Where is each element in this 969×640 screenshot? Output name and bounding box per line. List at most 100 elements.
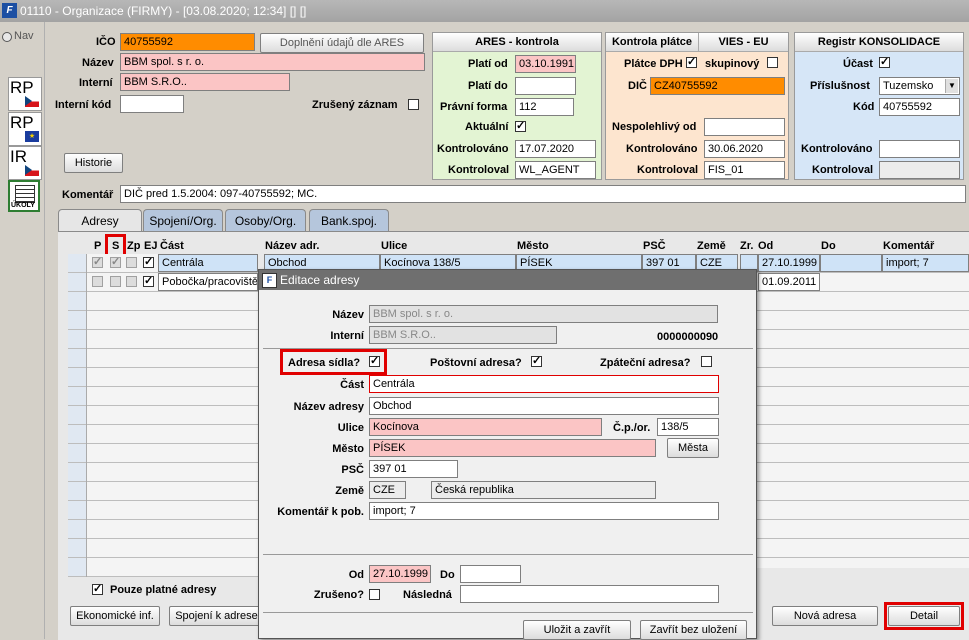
nasledna-label: Následná bbox=[403, 589, 452, 601]
tab-osoby[interactable]: Osoby/Org. bbox=[225, 209, 306, 231]
dialog-title-bar: F Editace adresy bbox=[259, 270, 756, 290]
col-cast: Část bbox=[160, 240, 184, 252]
ares-fill-button[interactable]: Doplnění údajů dle ARES bbox=[260, 33, 424, 53]
row2-s-checkbox bbox=[110, 276, 121, 287]
postovni-checkbox[interactable] bbox=[531, 354, 542, 367]
nasledna-field[interactable] bbox=[460, 585, 719, 603]
nav-radio-icon bbox=[2, 32, 12, 42]
ucast-checkbox[interactable] bbox=[879, 55, 890, 68]
col-zeme: Země bbox=[697, 240, 726, 252]
kons-kontroloval-field[interactable] bbox=[879, 161, 960, 179]
dialog-separator bbox=[263, 612, 753, 613]
platce-kontrolovano-field[interactable]: 30.06.2020 bbox=[704, 140, 785, 158]
dialog-separator bbox=[263, 554, 753, 555]
row1-ej-checkbox[interactable] bbox=[143, 255, 154, 268]
row1-do[interactable] bbox=[820, 254, 882, 272]
dlg-nazev-adresy-field[interactable]: Obchod bbox=[369, 397, 719, 415]
mesta-button[interactable]: Města bbox=[667, 438, 719, 458]
dlg-komentar-field[interactable]: import; 7 bbox=[369, 502, 719, 520]
spojeni-k-adrese-button[interactable]: Spojení k adrese bbox=[169, 606, 264, 626]
col-mesto: Město bbox=[517, 240, 549, 252]
ekonomicke-button[interactable]: Ekonomické inf. bbox=[70, 606, 160, 626]
dlg-ulice-field[interactable]: Kocínova bbox=[369, 418, 602, 436]
row2-zp-checkbox bbox=[126, 276, 137, 287]
row1-zp-checkbox bbox=[126, 257, 137, 268]
dlg-cast-field[interactable]: Centrála bbox=[369, 375, 719, 393]
platce-dic-field[interactable]: CZ40755592 bbox=[650, 77, 785, 95]
col-psc: PSČ bbox=[643, 240, 666, 252]
prislusnost-select[interactable]: Tuzemsko ▼ bbox=[879, 77, 960, 95]
address-grid bbox=[68, 254, 258, 577]
tab-spojeni[interactable]: Spojení/Org. bbox=[143, 209, 223, 231]
zruseno-checkbox[interactable] bbox=[369, 589, 380, 600]
row1-komentar[interactable]: import; 7 bbox=[882, 254, 969, 272]
platce-dph-checkbox[interactable] bbox=[686, 55, 697, 68]
dlg-do-field[interactable] bbox=[460, 565, 521, 583]
interni-kod-field[interactable] bbox=[120, 95, 184, 113]
dlg-psc-field[interactable]: 397 01 bbox=[369, 460, 458, 478]
zavrit-button[interactable]: Zavřít bez uložení bbox=[640, 620, 747, 640]
komentar-field[interactable]: DIČ pred 1.5.2004: 097-40755592; MC. bbox=[120, 185, 966, 203]
zpatecni-label: Zpáteční adresa? bbox=[600, 357, 691, 369]
dlg-cp-label: Č.p./or. bbox=[613, 422, 651, 434]
rp-cz-button[interactable]: RP bbox=[8, 77, 42, 111]
row2-ej-checkbox[interactable] bbox=[143, 274, 154, 287]
row2-p-checkbox bbox=[92, 276, 103, 287]
ares-pravni-forma-label: Právní forma bbox=[440, 101, 508, 113]
ares-aktualni-label: Aktuální bbox=[465, 121, 509, 133]
nav-label: Nav bbox=[14, 30, 34, 42]
nespolehlivy-field[interactable] bbox=[704, 118, 785, 136]
kons-kontrolovano-field[interactable] bbox=[879, 140, 960, 158]
rp-eu-button[interactable]: RP ★ bbox=[8, 112, 42, 146]
cz-flag-triangle bbox=[25, 96, 32, 106]
ares-aktualni-checkbox[interactable] bbox=[515, 119, 526, 132]
historie-button[interactable]: Historie bbox=[64, 153, 123, 173]
dlg-od-field[interactable]: 27.10.1999 bbox=[369, 565, 431, 583]
ares-pravni-forma-field[interactable]: 112 bbox=[515, 98, 574, 116]
ares-plati-do-field[interactable] bbox=[515, 77, 576, 95]
row1-od[interactable]: 27.10.1999 bbox=[758, 254, 820, 272]
ir-cz-button[interactable]: IR bbox=[8, 146, 42, 180]
kod-field[interactable]: 40755592 bbox=[879, 98, 960, 116]
prislusnost-value: Tuzemsko bbox=[883, 80, 934, 92]
prislusnost-label: Příslušnost bbox=[810, 80, 870, 92]
skupinovy-checkbox[interactable] bbox=[767, 57, 778, 68]
dialog-app-icon: F bbox=[262, 273, 277, 288]
interni-kod-label: Interní kód bbox=[55, 99, 112, 111]
nav-toggle[interactable]: Nav bbox=[2, 30, 42, 44]
zruseno-label: Zrušeno? bbox=[313, 589, 364, 601]
ares-kontrolovano-field[interactable]: 17.07.2020 bbox=[515, 140, 596, 158]
row1-cast[interactable]: Centrála bbox=[158, 254, 258, 272]
ares-kontroloval-field[interactable]: WL_AGENT bbox=[515, 161, 596, 179]
grid-selector-col bbox=[68, 254, 87, 577]
tab-bank[interactable]: Bank.spoj. bbox=[309, 209, 389, 231]
ares-kontroloval-label: Kontroloval bbox=[448, 164, 510, 176]
dlg-mesto-field[interactable]: PÍSEK bbox=[369, 439, 656, 457]
zpatecni-checkbox[interactable] bbox=[701, 356, 712, 367]
nova-adresa-button[interactable]: Nová adresa bbox=[772, 606, 878, 626]
dlg-cp-field[interactable]: 138/5 bbox=[657, 418, 719, 436]
platce-kontroloval-field[interactable]: FIS_01 bbox=[704, 161, 785, 179]
platce-kontroloval-label: Kontroloval bbox=[637, 164, 699, 176]
row2-cast[interactable]: Pobočka/pracoviště bbox=[158, 273, 258, 291]
pouze-platne-checkbox[interactable] bbox=[92, 582, 103, 595]
interni-field[interactable]: BBM S.R.O.. bbox=[120, 73, 290, 91]
nazev-field[interactable]: BBM spol. s r. o. bbox=[120, 53, 425, 71]
ulozit-button[interactable]: Uložit a zavřít bbox=[523, 620, 631, 640]
dlg-do-label: Do bbox=[440, 569, 455, 581]
ir-cz-label: IR bbox=[10, 147, 27, 166]
col-do: Do bbox=[821, 240, 836, 252]
skupinovy-label: skupinový bbox=[705, 58, 760, 70]
ares-kontrolovano-label: Kontrolováno bbox=[437, 143, 509, 155]
dlg-nazev-adresy-label: Název adresy bbox=[293, 401, 364, 413]
ukoly-button[interactable]: ÚKOLY bbox=[8, 180, 40, 212]
dlg-interni-label: Interní bbox=[330, 330, 364, 342]
ico-field[interactable]: 40755592 bbox=[120, 33, 255, 51]
highlight-adresa-sidla bbox=[280, 349, 387, 375]
dlg-zeme-code[interactable]: CZE bbox=[369, 481, 406, 499]
zruseny-checkbox[interactable] bbox=[408, 99, 419, 110]
tab-adresy[interactable]: Adresy bbox=[58, 209, 142, 231]
table-row[interactable]: Pobočka/pracoviště bbox=[68, 273, 258, 291]
row2-od[interactable]: 01.09.2011 bbox=[758, 273, 820, 291]
ares-plati-od-field[interactable]: 03.10.1991 bbox=[515, 55, 576, 73]
